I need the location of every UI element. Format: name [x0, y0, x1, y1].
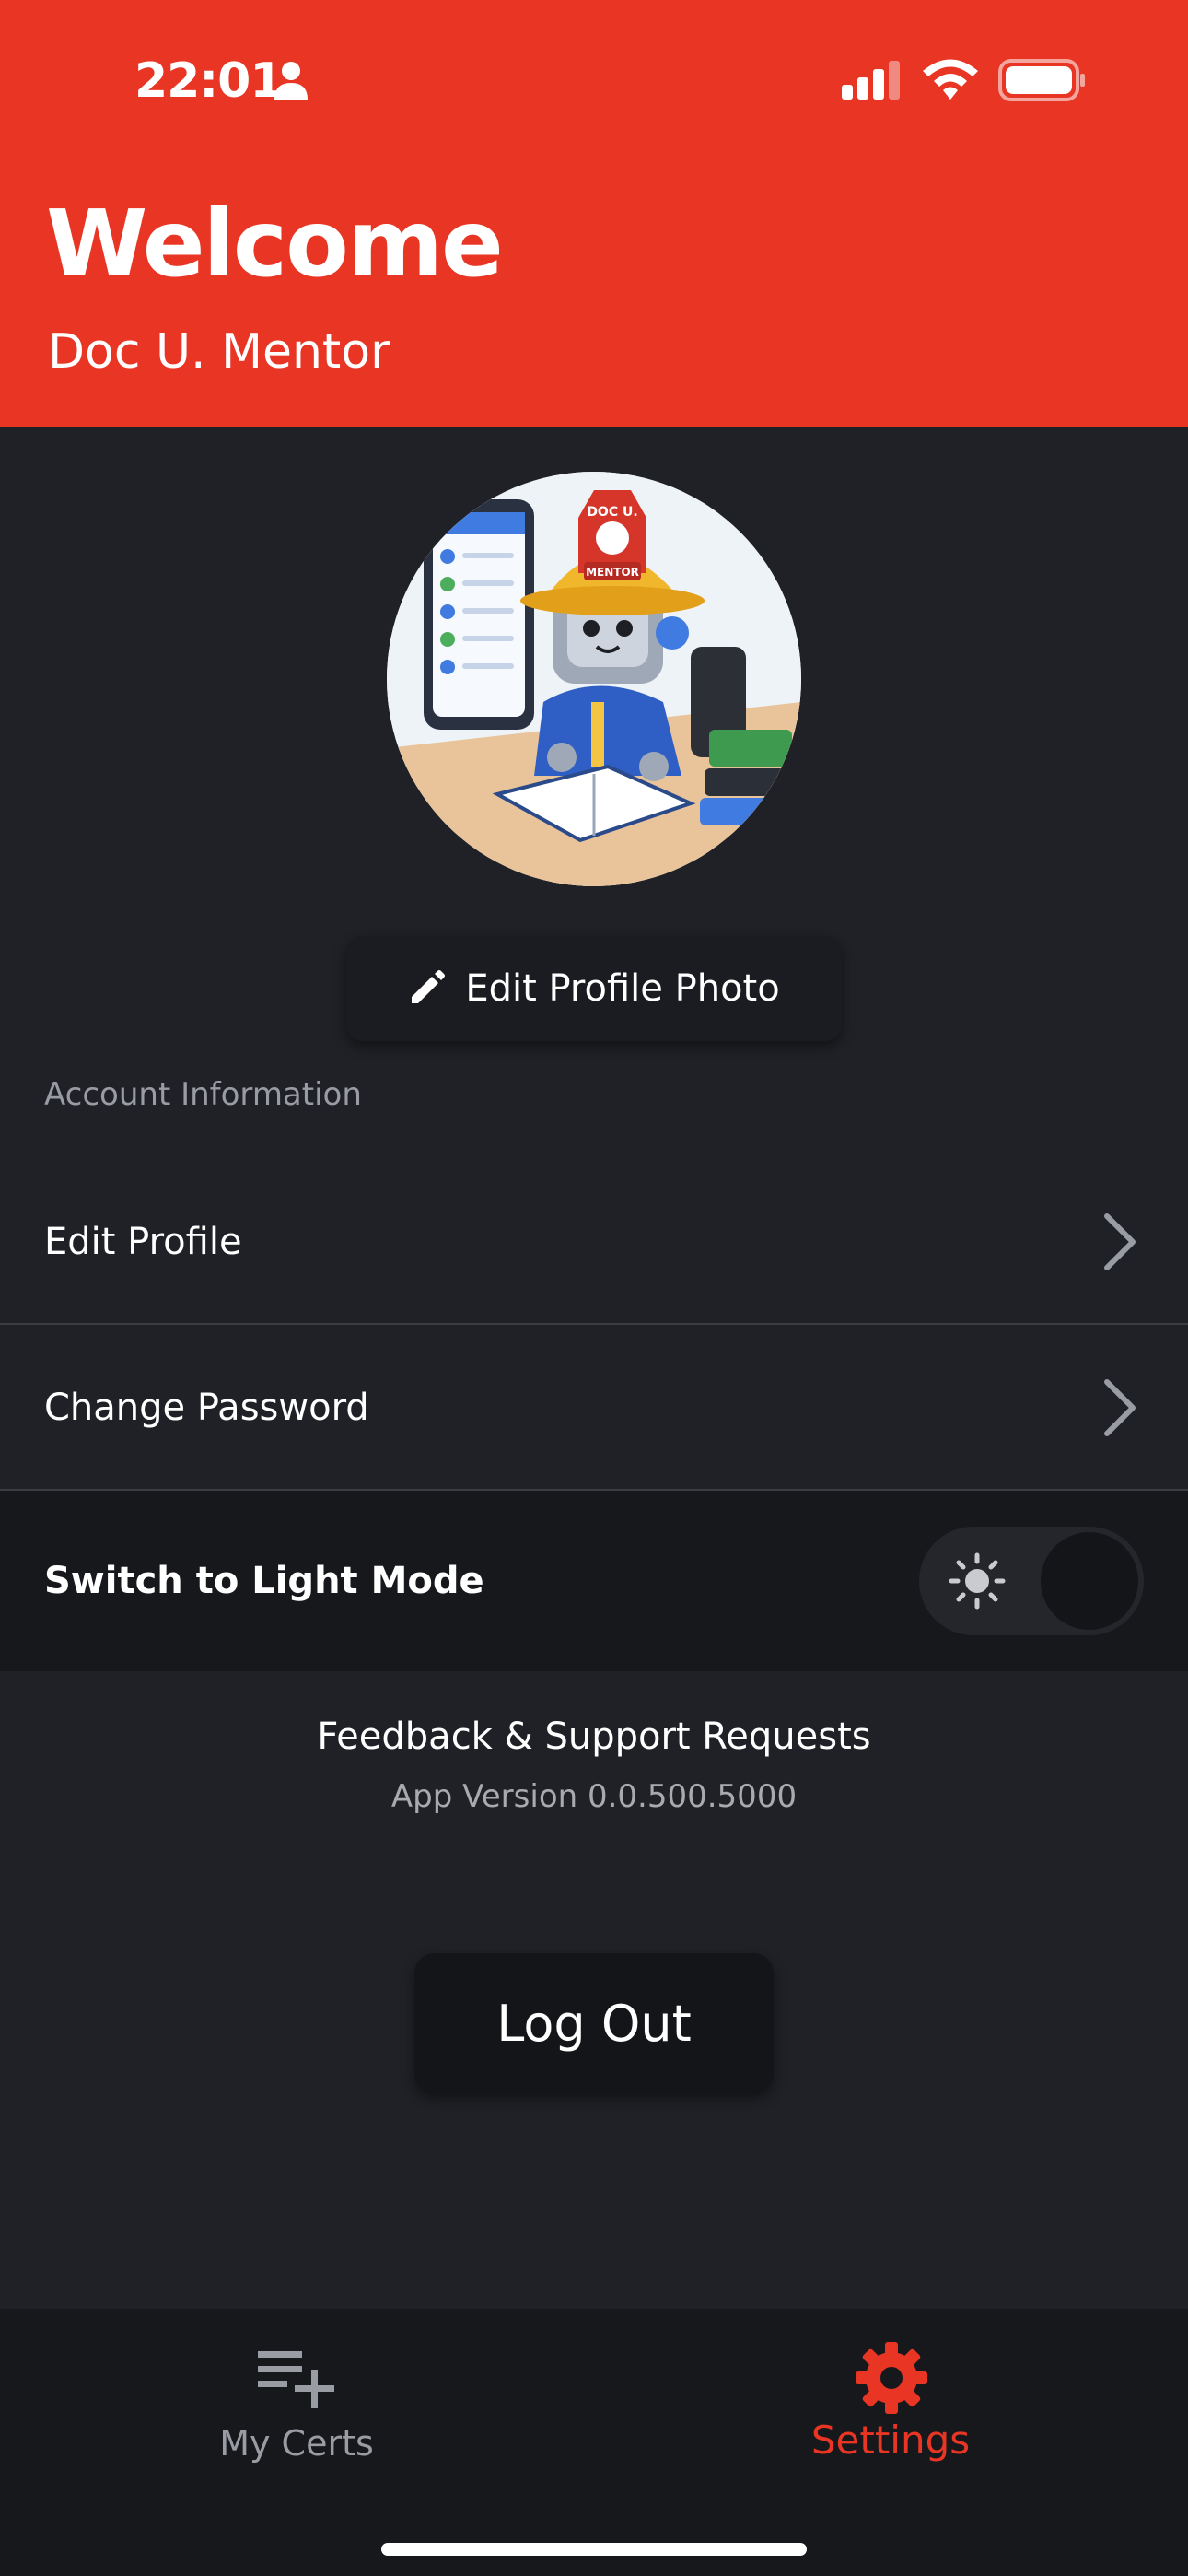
profile-avatar[interactable]: DOC U. MENTOR	[387, 472, 801, 886]
toggle-knob	[1041, 1532, 1138, 1630]
svg-text:MENTOR: MENTOR	[586, 566, 639, 579]
tab-settings[interactable]: Settings	[706, 2309, 1075, 2493]
tab-my-certs[interactable]: My Certs	[112, 2309, 481, 2493]
gear-icon	[856, 2342, 927, 2414]
change-password-row[interactable]: Change Password	[0, 1325, 1188, 1491]
svg-text:DOC U.: DOC U.	[587, 505, 637, 520]
robot-mentor-illustration: DOC U. MENTOR	[387, 472, 801, 886]
cellular-signal-icon	[842, 61, 900, 100]
account-section-label: Account Information	[44, 1076, 362, 1113]
person-icon	[274, 62, 308, 100]
wifi-icon	[923, 59, 978, 100]
edit-profile-photo-button[interactable]: Edit Profile Photo	[346, 936, 842, 1041]
status-time: 22:01	[134, 53, 284, 109]
tab-bar: My Certs Settings	[0, 2309, 1188, 2576]
pencil-icon	[412, 970, 446, 1003]
edit-profile-photo-label: Edit Profile Photo	[465, 967, 780, 1010]
log-out-button[interactable]: Log Out	[414, 1953, 774, 2093]
light-mode-row: Switch to Light Mode	[0, 1491, 1188, 1671]
chevron-right-icon	[1104, 1213, 1136, 1270]
playlist-add-icon	[258, 2351, 334, 2408]
user-name: Doc U. Mentor	[48, 324, 390, 380]
battery-icon	[998, 59, 1085, 101]
light-mode-toggle[interactable]	[919, 1527, 1144, 1635]
tab-my-certs-label: My Certs	[219, 2423, 374, 2464]
change-password-label: Change Password	[44, 1387, 369, 1429]
feedback-support-link[interactable]: Feedback & Support Requests	[0, 1715, 1188, 1758]
app-version: App Version 0.0.500.5000	[390, 1778, 798, 1815]
page-title: Welcome	[46, 190, 504, 298]
edit-profile-label: Edit Profile	[44, 1221, 242, 1263]
light-mode-label: Switch to Light Mode	[44, 1560, 484, 1602]
home-indicator	[381, 2543, 807, 2556]
edit-profile-row[interactable]: Edit Profile	[0, 1159, 1188, 1325]
sun-icon	[949, 1552, 1006, 1610]
chevron-right-icon	[1104, 1379, 1136, 1436]
header: 22:01 Welcome Doc U. Mentor	[0, 0, 1188, 427]
tab-settings-label: Settings	[810, 2418, 971, 2463]
